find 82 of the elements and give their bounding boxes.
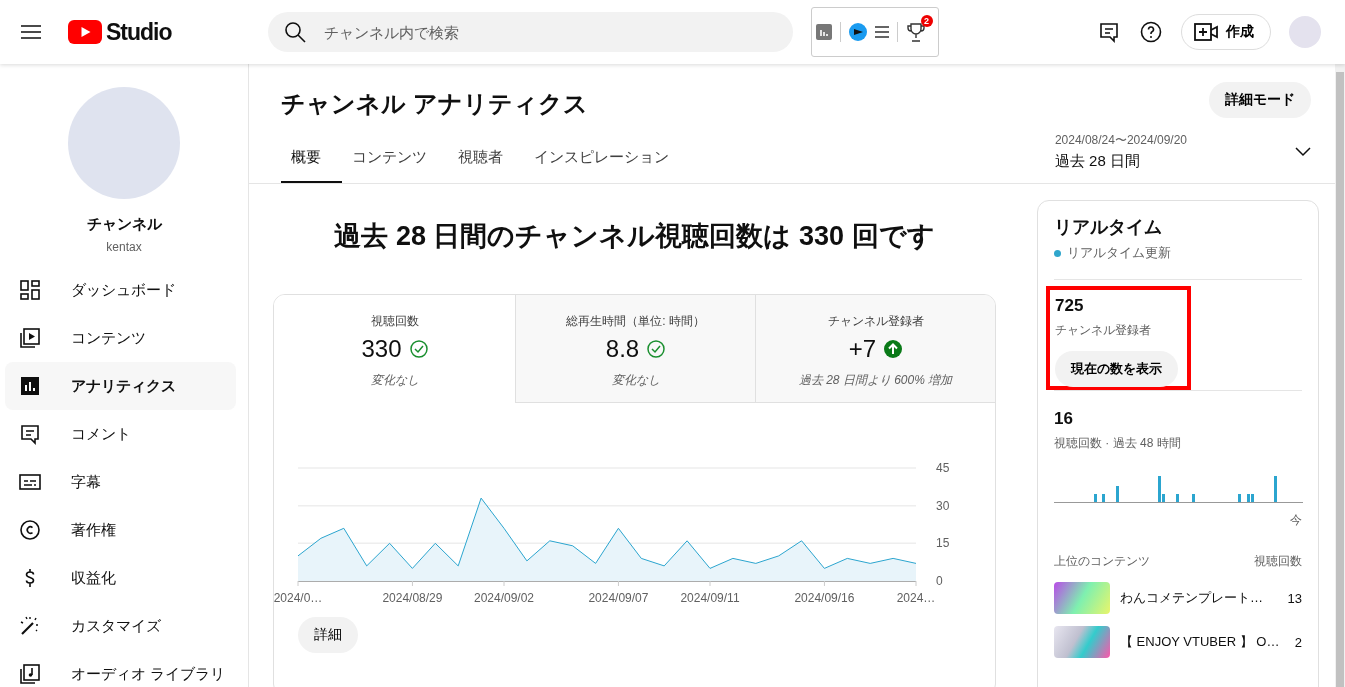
show-count-button[interactable]: 現在の数を表示 (1055, 351, 1178, 387)
search-input[interactable]: チャンネル内で検索 (321, 22, 777, 42)
feedback-icon[interactable] (1097, 20, 1121, 44)
create-button[interactable]: 作成 (1181, 14, 1271, 50)
sidebar-item[interactable]: 収益化 (5, 554, 236, 602)
views-label: 視聴回数 · 過去 48 時間 (1054, 435, 1182, 452)
sidebar-item[interactable]: コメント (5, 410, 236, 458)
play-logo-icon (68, 20, 102, 44)
sidebar-item[interactable]: コンテンツ (5, 314, 236, 362)
metric-value: +7 (848, 335, 877, 363)
top-content-header: 上位のコンテンツ (1054, 553, 1150, 570)
advanced-mode-button[interactable]: 詳細モード (1209, 82, 1311, 118)
y-tick-label: 0 (936, 574, 943, 588)
realtime-title: リアルタイム (1054, 216, 1163, 239)
video-add-icon (1194, 22, 1218, 42)
sidebar-item[interactable]: オーディオ ライブラリ (5, 650, 236, 687)
content-title[interactable]: 【 ENJOY VTUBER 】 O… (1120, 633, 1285, 651)
x-tick-label: 2024/09/11 (680, 591, 740, 603)
sidebar-item[interactable]: ダッシュボード (5, 266, 236, 314)
comments-icon (18, 422, 42, 446)
live-label: リアルタイム更新 (1067, 244, 1171, 262)
audio-icon (18, 662, 42, 686)
list-icon[interactable] (874, 26, 889, 38)
sidebar-item[interactable]: カスタマイズ (5, 602, 236, 650)
channel-name: チャンネル (86, 215, 162, 234)
notification-badge: 2 (920, 15, 933, 27)
metric-value: 8.8 (605, 335, 640, 363)
x-tick-label: 2024… (896, 591, 936, 603)
content-icon (18, 326, 42, 350)
page-title: チャンネル アナリティクス (281, 89, 589, 119)
channel-handle: kentax (106, 240, 142, 254)
y-tick-label: 15 (936, 536, 950, 551)
views-header: 視聴回数 (1254, 553, 1302, 570)
views-count: 16 (1054, 409, 1074, 429)
metric-label: 視聴回数 (370, 313, 419, 330)
period-label: 過去 28 日間 (1054, 152, 1141, 171)
analytics-icon (18, 374, 42, 398)
live-dot-icon (1054, 249, 1061, 257)
tab[interactable]: 視聴者 (448, 148, 524, 183)
content-views: 2 (1294, 634, 1302, 650)
x-tick-label: 2024/09/07 (588, 591, 649, 603)
scrollbar[interactable] (1335, 64, 1345, 687)
tab[interactable]: コンテンツ (342, 148, 448, 183)
date-range: 2024/08/24〜2024/09/20 (1054, 132, 1187, 149)
help-icon[interactable] (1139, 20, 1163, 44)
metric-note: 変化なし (611, 372, 660, 389)
content-title[interactable]: わんコメテンプレート… (1120, 589, 1278, 607)
dashboard-icon (18, 278, 42, 302)
trophy-icon[interactable] (905, 21, 926, 43)
tab[interactable]: 概要 (281, 148, 342, 183)
y-tick-label: 30 (936, 498, 950, 513)
x-tick-label: 2024/09/02 (473, 591, 535, 603)
metric-label: チャンネル登録者 (827, 313, 924, 330)
thumbnail-placeholder[interactable] (1054, 582, 1110, 614)
sidebar-item[interactable]: 著作権 (5, 506, 236, 554)
now-label: 今 (1289, 512, 1302, 529)
subscriber-label: チャンネル登録者 (1055, 322, 1152, 339)
metric-note: 変化なし (370, 372, 419, 389)
metric-note: 過去 28 日間より 600% 増加 (798, 372, 953, 389)
copyright-icon (18, 518, 42, 542)
metric-tab[interactable]: チャンネル登録者 +7 過去 28 日間より 600% 増加 (755, 295, 995, 403)
metric-label: 総再生時間（単位: 時間） (566, 313, 705, 330)
headline: 過去 28 日間のチャンネル視聴回数は 330 回です (333, 220, 936, 253)
subscriber-count: 725 (1055, 296, 1085, 316)
flag-icon[interactable] (848, 23, 867, 41)
x-tick-label: 2024/0… (274, 591, 323, 603)
metric-value: 330 (361, 335, 402, 363)
search-icon (283, 21, 306, 43)
details-button[interactable]: 詳細 (298, 617, 358, 653)
tab[interactable]: インスピレーション (524, 148, 690, 183)
content-views: 13 (1287, 590, 1302, 606)
search-field[interactable]: チャンネル内で検索 (267, 12, 793, 52)
thumbnail-placeholder[interactable] (1054, 626, 1110, 658)
sidebar-item[interactable]: アナリティクス (5, 362, 236, 410)
x-tick-label: 2024/08/29 (382, 591, 443, 603)
sidebar-item[interactable]: 字幕 (5, 458, 236, 506)
metric-tab[interactable]: 総再生時間（単位: 時間） 8.8 変化なし (515, 295, 755, 403)
logo-text: Studio (106, 18, 172, 46)
dropdown-icon[interactable] (1295, 146, 1311, 157)
x-tick-label: 2024/09/16 (794, 591, 855, 603)
y-tick-label: 45 (936, 461, 950, 475)
bar-chart-icon[interactable] (815, 24, 832, 40)
